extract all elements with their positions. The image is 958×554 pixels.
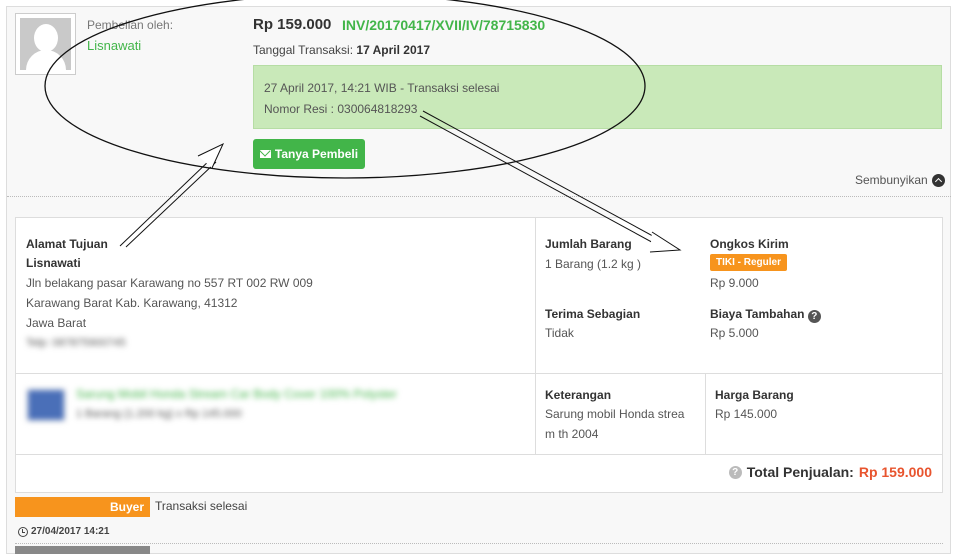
history-timestamp: 27/04/2017 14:21 xyxy=(31,526,110,537)
history-role-tag: Buyer xyxy=(15,497,150,517)
transaction-date-value: 17 April 2017 xyxy=(356,43,431,57)
history-role-tag-next xyxy=(15,546,150,554)
shipping-title: Ongkos Kirim xyxy=(710,237,789,251)
extra-cost-label: Biaya Tambahan xyxy=(710,307,805,321)
extra-cost-title: Biaya Tambahan ? xyxy=(710,307,821,323)
hide-toggle[interactable]: Sembunyikan xyxy=(855,173,945,187)
transaction-date-label: Tanggal Transaksi: xyxy=(253,43,354,57)
partial-value: Tidak xyxy=(545,326,574,340)
total-sales: ? Total Penjualan: Rp 159.000 xyxy=(728,464,932,480)
product-detail: 1 Barang (1.200 kg) x Rp 145.000 xyxy=(76,408,242,420)
divider xyxy=(7,196,951,197)
shipping-value: Rp 9.000 xyxy=(710,276,759,290)
divider xyxy=(535,218,536,454)
product-name-link[interactable]: Sarung Mobil Honda Stream Car Body Cover… xyxy=(76,384,397,404)
total-label: Total Penjualan: xyxy=(746,464,854,480)
ask-buyer-label: Tanya Pembeli xyxy=(274,147,359,161)
divider xyxy=(16,454,942,455)
courier-badge: TIKI - Reguler xyxy=(710,254,788,271)
quantity-title: Jumlah Barang xyxy=(545,237,632,251)
address-name: Lisnawati xyxy=(26,256,81,270)
notes-line-1: Sarung mobil Honda strea xyxy=(545,407,685,421)
buyer-avatar xyxy=(15,13,76,75)
total-value: Rp 159.000 xyxy=(858,464,932,480)
chevron-up-icon xyxy=(931,173,945,187)
avatar-placeholder-icon xyxy=(20,18,71,70)
notes-line-2: m th 2004 xyxy=(545,427,599,441)
item-price-value: Rp 145.000 xyxy=(715,407,778,421)
help-icon[interactable]: ? xyxy=(728,465,742,479)
divider xyxy=(16,373,942,374)
status-box: 27 April 2017, 14:21 WIB - Transaksi sel… xyxy=(253,65,942,129)
address-line-3: Jawa Barat xyxy=(26,316,87,330)
buyer-label: Pembelian oleh: xyxy=(87,18,174,32)
product-thumbnail[interactable] xyxy=(26,388,66,422)
divider xyxy=(15,543,943,544)
help-icon[interactable]: ? xyxy=(807,310,821,323)
ask-buyer-button[interactable]: Tanya Pembeli xyxy=(253,139,365,169)
invoice-link[interactable]: INV/20170417/XVII/IV/78715830 xyxy=(342,17,545,33)
clock-icon xyxy=(18,526,28,537)
order-detail-card: Alamat Tujuan Lisnawati Jln belakang pas… xyxy=(15,217,943,493)
transaction-amount: Rp 159.000 xyxy=(253,16,332,33)
extra-cost-value: Rp 5.000 xyxy=(710,326,759,340)
partial-title: Terima Sebagian xyxy=(545,307,641,321)
envelope-icon xyxy=(259,150,271,158)
address-line-1: Jln belakang pasar Karawang no 557 RT 00… xyxy=(26,276,313,290)
item-price-title: Harga Barang xyxy=(715,388,794,402)
hide-label: Sembunyikan xyxy=(855,173,928,187)
divider xyxy=(705,374,706,454)
resi-number: Nomor Resi : 030064818293 xyxy=(264,102,418,116)
history-time: 27/04/2017 14:21 xyxy=(18,526,109,537)
history-status: Transaksi selesai xyxy=(155,499,248,513)
address-phone: Telp: 087875900745 xyxy=(26,337,126,349)
buyer-name-link[interactable]: Lisnawati xyxy=(87,38,141,53)
quantity-value: 1 Barang (1.2 kg ) xyxy=(545,257,642,271)
status-line: 27 April 2017, 14:21 WIB - Transaksi sel… xyxy=(264,81,500,95)
notes-title: Keterangan xyxy=(545,388,612,402)
address-title: Alamat Tujuan xyxy=(26,237,108,251)
transaction-date: Tanggal Transaksi: 17 April 2017 xyxy=(253,43,430,57)
address-line-2: Karawang Barat Kab. Karawang, 41312 xyxy=(26,296,238,310)
